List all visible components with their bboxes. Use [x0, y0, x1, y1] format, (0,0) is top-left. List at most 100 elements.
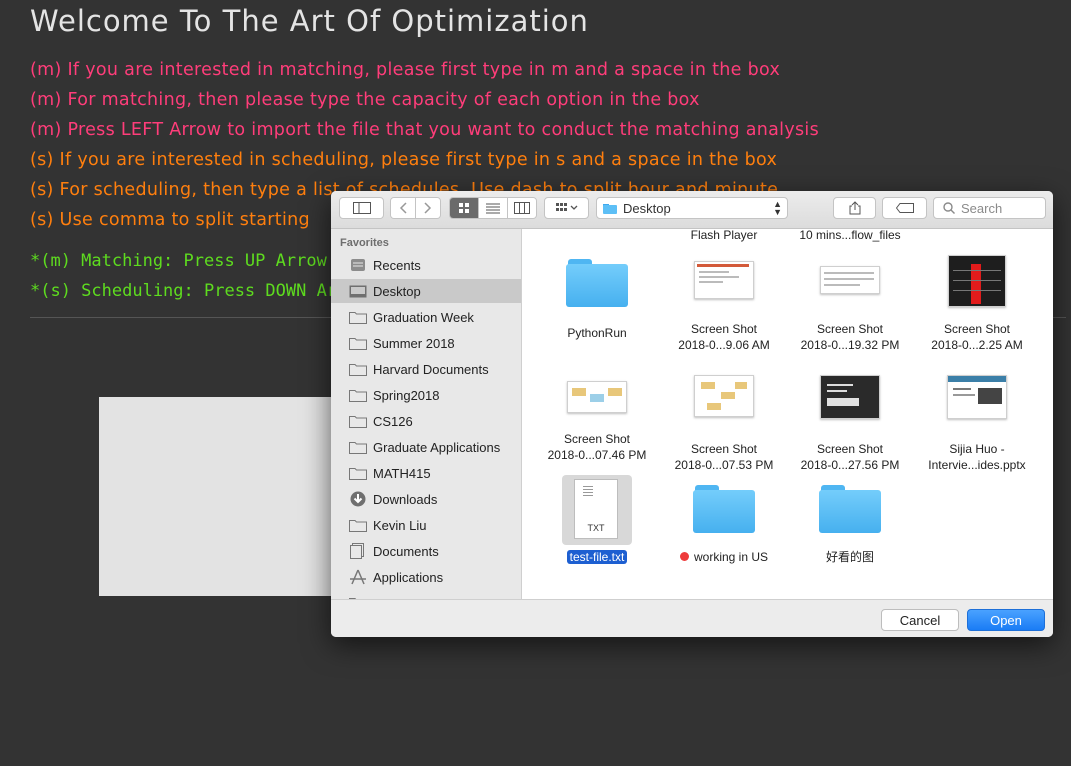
search-placeholder: Search: [961, 200, 1003, 216]
file-item[interactable]: PythonRun: [534, 255, 660, 341]
columns-icon: [514, 202, 530, 214]
screenshot-thumbnail: [694, 261, 754, 299]
chevron-right-icon: [424, 202, 432, 214]
open-file-dialog: Desktop ▲ ▼ Search Favorites Recents Desk…: [331, 191, 1053, 637]
sidebar-item-graduate-applications[interactable]: Graduate Applications: [331, 435, 521, 459]
grid-icon: [459, 203, 469, 213]
arrange-icon: [555, 203, 577, 211]
list-icon: [486, 203, 500, 214]
sidebar-item-label: Kevin Liu: [373, 517, 427, 533]
sidebar-item-label: Harvard Documents: [373, 361, 489, 377]
documents-icon: [350, 543, 364, 559]
sidebar-item-math415[interactable]: MATH415: [331, 461, 521, 485]
file-item[interactable]: Screen Shot 2018-0...2.25 AM: [914, 255, 1040, 353]
sidebar-item-label: Summer 2018: [373, 335, 455, 351]
file-item[interactable]: Screen Shot 2018-0...19.32 PM: [787, 255, 913, 353]
file-label: PythonRun: [567, 326, 627, 340]
file-item[interactable]: Sijia Huo - Intervie...ides.pptx: [914, 375, 1040, 473]
sidebar-item-kevin-liu[interactable]: Kevin Liu: [331, 513, 521, 537]
column-view-button[interactable]: [508, 198, 536, 218]
file-browser: Flash Player 10 mins...flow_files Python…: [522, 229, 1053, 599]
file-label: 2018-0...07.46 PM: [547, 448, 647, 462]
file-item[interactable]: Screen Shot 2018-0...27.56 PM: [787, 375, 913, 473]
file-item-selected[interactable]: TXT test-file.txt: [534, 475, 660, 565]
app-title: Welcome To The Art Of Optimization: [30, 4, 589, 38]
file-item[interactable]: Screen Shot 2018-0...07.46 PM: [534, 375, 660, 463]
sidebar-item-harvard-documents[interactable]: Harvard Documents: [331, 357, 521, 381]
icon-view-button[interactable]: [450, 198, 479, 218]
file-label: Screen Shot: [690, 322, 758, 336]
sidebar-item-summer-2018[interactable]: Summer 2018: [331, 331, 521, 355]
sidebar-item-downloads[interactable]: Downloads: [331, 487, 521, 511]
file-label: test-file.txt: [566, 550, 628, 564]
screenshot-thumbnail: [820, 375, 880, 419]
cancel-button[interactable]: Cancel: [881, 609, 959, 631]
location-dropdown[interactable]: Desktop ▲ ▼: [596, 197, 788, 219]
screenshot-thumbnail: [948, 255, 1006, 307]
tag-icon: [895, 203, 914, 213]
file-label: Screen Shot: [943, 322, 1011, 336]
dialog-toolbar: Desktop ▲ ▼ Search: [331, 191, 1053, 229]
sidebar-item-documents[interactable]: Documents: [331, 539, 521, 563]
sidebar-item-applications[interactable]: Applications: [331, 565, 521, 589]
sidebar-item-graduation-week[interactable]: Graduation Week: [331, 305, 521, 329]
folder-icon: [349, 390, 367, 402]
file-item[interactable]: 好看的图: [787, 485, 913, 565]
tags-button[interactable]: [882, 197, 927, 219]
folder-icon: [349, 312, 367, 324]
file-item[interactable]: Screen Shot 2018-0...07.53 PM: [661, 375, 787, 473]
sidebar-item-cs126[interactable]: CS126: [331, 409, 521, 433]
sidebar-toggle-button[interactable]: [339, 197, 384, 219]
input-box[interactable]: [99, 397, 359, 596]
instruction-line: (s) If you are interested in scheduling,…: [30, 150, 778, 170]
dialog-footer: Cancel Open: [331, 599, 1053, 637]
sidebar-item-label: MATH415: [373, 465, 431, 481]
sidebar-item-desktop[interactable]: Desktop: [331, 279, 521, 303]
share-button[interactable]: [833, 197, 876, 219]
downloads-icon: [350, 491, 366, 507]
screenshot-thumbnail: [567, 381, 627, 413]
file-item[interactable]: Screen Shot 2018-0...9.06 AM: [661, 255, 787, 353]
forward-button[interactable]: [416, 198, 440, 218]
sidebar-item-label: Downloads: [373, 491, 438, 507]
search-field[interactable]: Search: [933, 197, 1046, 219]
back-button[interactable]: [391, 198, 416, 218]
sidebar-item-spring2018[interactable]: Spring2018: [331, 383, 521, 407]
folder-icon: [349, 442, 367, 454]
sidebar-item-label: CS126: [373, 413, 413, 429]
updown-icon: ▲ ▼: [773, 199, 782, 217]
folder-icon: [349, 416, 367, 428]
file-label: 好看的图: [825, 550, 874, 564]
instruction-line: (m) If you are interested in matching, p…: [30, 60, 781, 80]
folder-icon: [349, 468, 367, 480]
file-label: 2018-0...9.06 AM: [678, 338, 770, 352]
hotkey-hint: *(m) Matching: Press UP Arrow: [30, 251, 327, 271]
file-label: 2018-0...07.53 PM: [674, 458, 774, 472]
file-label: Screen Shot: [816, 442, 884, 456]
sidebar-item-label: Spring2018: [373, 387, 440, 403]
sidebar-item-partial[interactable]: [331, 591, 521, 599]
presentation-thumbnail: [947, 375, 1007, 419]
list-view-button[interactable]: [479, 198, 508, 218]
search-icon: [943, 202, 955, 214]
location-label: Desktop: [623, 200, 671, 216]
file-label: Sijia Huo -: [949, 442, 1005, 456]
sidebar-heading: Favorites: [340, 237, 389, 249]
screenshot-thumbnail: [820, 266, 880, 294]
open-button[interactable]: Open: [967, 609, 1045, 631]
instruction-line: (s) Use comma to split starting: [30, 210, 310, 230]
folder-icon: [693, 485, 755, 533]
history-nav: [390, 197, 441, 219]
file-item[interactable]: working in US: [661, 485, 787, 565]
file-item[interactable]: 10 mins...flow_files: [787, 229, 913, 243]
selection-highlight: TXT: [562, 475, 632, 545]
arrange-button[interactable]: [544, 197, 589, 219]
file-label: working in US: [693, 550, 769, 564]
file-item[interactable]: Flash Player: [661, 229, 787, 243]
instruction-line: (m) For matching, then please type the c…: [30, 90, 700, 110]
sidebar-item-recents[interactable]: Recents: [331, 253, 521, 277]
folder-icon: [603, 203, 617, 214]
sidebar-item-label: Desktop: [373, 283, 421, 299]
folder-icon: [819, 485, 881, 533]
file-label: Screen Shot: [563, 432, 631, 446]
